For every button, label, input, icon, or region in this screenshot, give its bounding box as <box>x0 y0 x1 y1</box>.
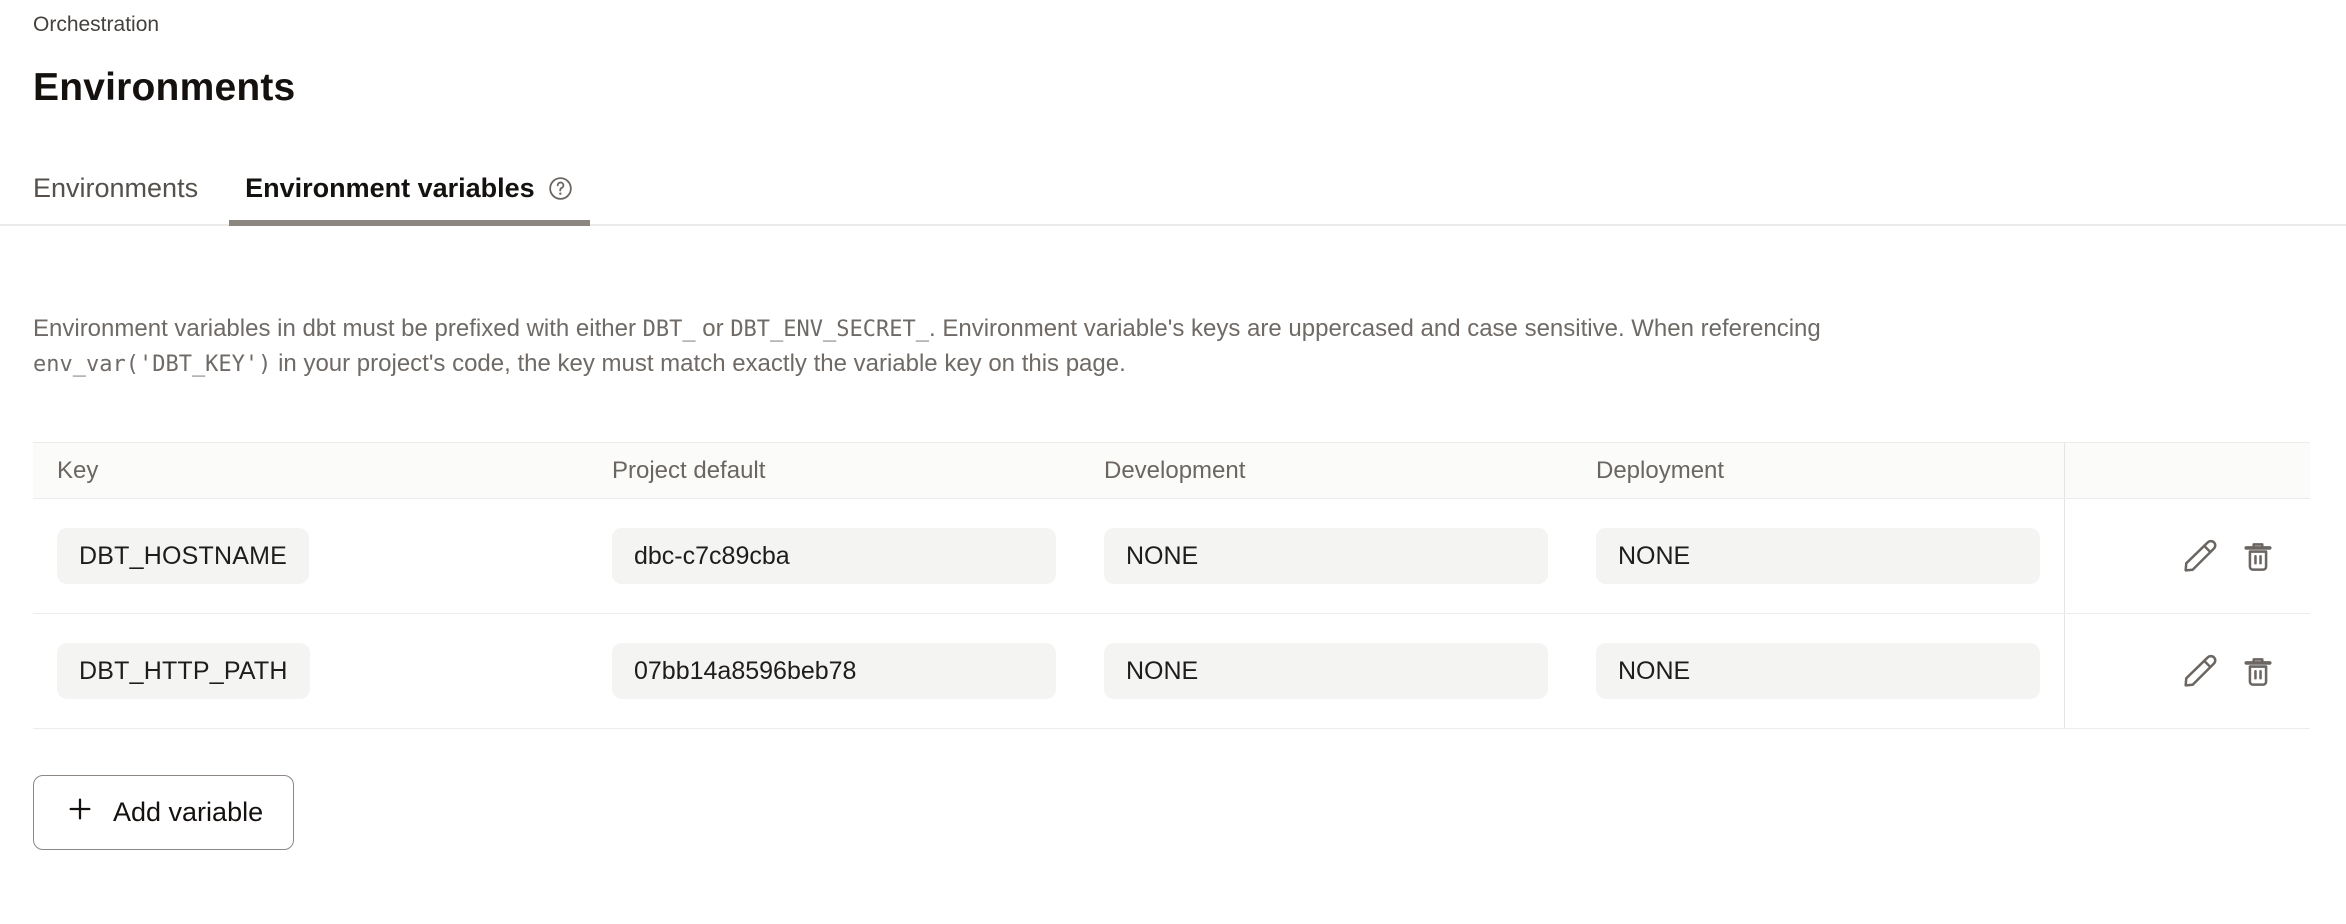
deployment-value-pill: NONE <box>1596 643 2040 699</box>
page-title: Environments <box>33 66 2313 110</box>
project-default-value-pill: dbc-c7c89cba <box>612 528 1056 584</box>
tab-environments-label: Environments <box>33 172 198 204</box>
breadcrumb: Orchestration <box>33 12 2313 38</box>
code-dbt-env-secret-prefix: DBT_ENV_SECRET_ <box>730 317 929 342</box>
edit-variable-button[interactable] <box>2178 534 2222 578</box>
code-dbt-prefix: DBT_ <box>643 317 696 342</box>
description-text: Environment variables in dbt must be pre… <box>33 315 643 342</box>
tab-bar: Environments Environment variables <box>0 172 2346 226</box>
description-text: or <box>696 315 731 342</box>
table-row: DBT_HTTP_PATH 07bb14a8596beb78 NONE NONE <box>33 614 2310 729</box>
description-text: . Environment variable's keys are upperc… <box>929 315 1821 342</box>
help-circle-icon[interactable] <box>547 175 574 202</box>
column-header-deployment: Deployment <box>1572 443 2064 498</box>
plus-icon <box>64 793 96 832</box>
deployment-value-pill: NONE <box>1596 528 2040 584</box>
variable-key-pill: DBT_HOSTNAME <box>57 528 309 584</box>
delete-variable-button[interactable] <box>2236 649 2280 693</box>
table-row: DBT_HOSTNAME dbc-c7c89cba NONE NONE <box>33 499 2310 614</box>
environment-variables-table: Key Project default Development Deployme… <box>33 442 2310 729</box>
development-value-pill: NONE <box>1104 643 1548 699</box>
env-var-description: Environment variables in dbt must be pre… <box>33 312 1983 382</box>
tab-environment-variables-label: Environment variables <box>245 172 535 204</box>
development-value-pill: NONE <box>1104 528 1548 584</box>
trash-icon <box>2239 537 2277 575</box>
column-header-development: Development <box>1080 443 1572 498</box>
add-variable-button[interactable]: Add variable <box>33 775 294 850</box>
code-env-var-example: env_var('DBT_KEY') <box>33 352 271 377</box>
description-text: in your project's code, the key must mat… <box>271 350 1125 377</box>
trash-icon <box>2239 652 2277 690</box>
add-variable-label: Add variable <box>113 797 263 828</box>
pencil-icon <box>2180 651 2220 691</box>
page-header: Orchestration Environments <box>0 0 2346 110</box>
variable-key-pill: DBT_HTTP_PATH <box>57 643 310 699</box>
table-header-row: Key Project default Development Deployme… <box>33 442 2310 499</box>
column-header-key: Key <box>33 443 588 498</box>
column-header-actions <box>2064 443 2310 498</box>
tab-environments[interactable]: Environments <box>17 172 214 226</box>
project-default-value-pill: 07bb14a8596beb78 <box>612 643 1056 699</box>
tab-environment-variables[interactable]: Environment variables <box>229 172 590 226</box>
column-header-project-default: Project default <box>588 443 1080 498</box>
delete-variable-button[interactable] <box>2236 534 2280 578</box>
pencil-icon <box>2180 536 2220 576</box>
edit-variable-button[interactable] <box>2178 649 2222 693</box>
